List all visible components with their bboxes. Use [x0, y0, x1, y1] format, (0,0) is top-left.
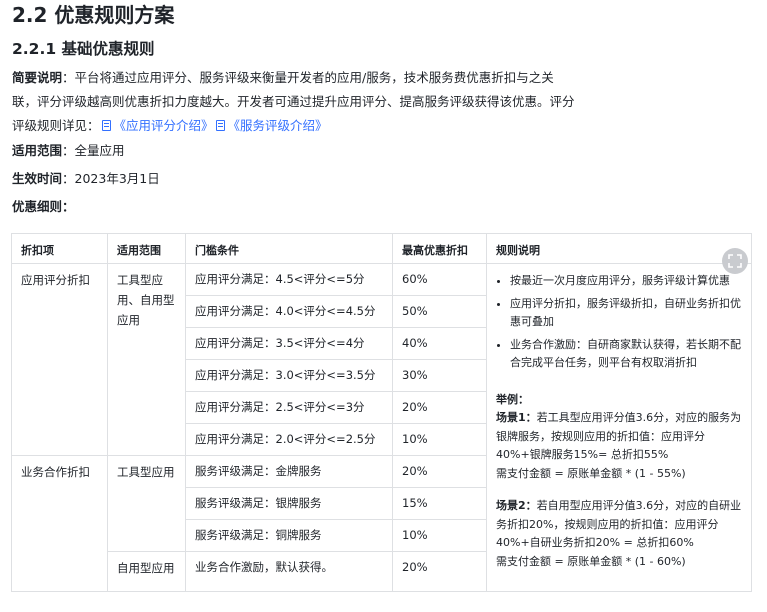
condition-cell: 应用评分满足：2.0<评分<=2.5分	[185, 423, 393, 456]
rules-list: 按最近一次月度应用评分，服务评级计算优惠 应用评分折扣，服务评级折扣，自研业务折…	[496, 272, 743, 373]
discount-cell: 20%	[392, 551, 487, 592]
condition-cell: 应用评分满足：3.5<评分<=4分	[185, 327, 393, 360]
summary-line1: ：平台将通过应用评分、服务评级来衡量开发者的应用/服务，技术服务费优惠折扣与之关	[62, 70, 554, 85]
scope-line: 适用范围：全量应用	[12, 139, 125, 163]
scope-cell: 工具型应用、自用型应用	[107, 263, 186, 456]
discount-cell: 20%	[392, 391, 487, 424]
rules-cell: 按最近一次月度应用评分，服务评级计算优惠 应用评分折扣，服务评级折扣，自研业务折…	[486, 263, 752, 592]
effective-line: 生效时间：2023年3月1日	[12, 167, 160, 191]
condition-cell: 应用评分满足：4.5<评分<=5分	[185, 263, 393, 296]
table-header: 规则说明	[486, 233, 752, 264]
discount-cell: 60%	[392, 263, 487, 296]
service-rating-link[interactable]: 《服务评级介绍》	[214, 118, 328, 133]
condition-cell: 服务评级满足：铜牌服务	[185, 519, 393, 552]
table-header-row: 折扣项 适用范围 门槛条件 最高优惠折扣 规则说明	[11, 233, 752, 264]
summary-paragraph: 简要说明：平台将通过应用评分、服务评级来衡量开发者的应用/服务，技术服务费优惠折…	[12, 66, 612, 138]
list-item: 业务合作激励：自研商家默认获得，若长期不配合完成平台任务，则平台有权取消折扣	[510, 336, 743, 373]
discount-item-cell: 应用评分折扣	[11, 263, 108, 456]
discount-cell: 10%	[392, 519, 487, 552]
discount-item-cell: 业务合作折扣	[11, 455, 108, 592]
summary-line2: 联，评分评级越高则优惠折扣力度越大。开发者可通过提升应用评分、提高服务评级获得该…	[12, 94, 575, 109]
expand-icon	[728, 254, 742, 268]
app-rating-link[interactable]: 《应用评分介绍》	[100, 118, 214, 133]
discount-cell: 20%	[392, 455, 487, 488]
table-row: 应用评分折扣 工具型应用、自用型应用 应用评分满足：4.5<评分<=5分 60%…	[11, 263, 752, 592]
condition-cell: 应用评分满足：4.0<评分<=4.5分	[185, 295, 393, 328]
list-item: 按最近一次月度应用评分，服务评级计算优惠	[510, 272, 743, 291]
section-title: 2.2 优惠规则方案	[12, 3, 175, 27]
condition-cell: 业务合作激励，默认获得。	[185, 551, 393, 592]
fullscreen-button[interactable]	[722, 248, 748, 274]
discount-table: 折扣项 适用范围 门槛条件 最高优惠折扣 规则说明 应用评分折扣 工具型应用、自…	[11, 233, 752, 592]
details-label: 优惠细则：	[12, 199, 75, 214]
summary-label: 简要说明	[12, 70, 63, 85]
discount-cell: 40%	[392, 327, 487, 360]
example-label: 举例：	[496, 392, 529, 406]
table-header: 门槛条件	[185, 233, 393, 264]
doc-icon	[101, 120, 111, 131]
scenario-1-payment: 需支付金额 = 原账单金额 * (1 - 55%)	[496, 466, 686, 480]
table-header: 最高优惠折扣	[392, 233, 487, 264]
subsection-title: 2.2.1 基础优惠规则	[12, 40, 155, 58]
scenario-2: 场景2：若自用型应用评分值3.6分，对应的自研业务折扣20%，按规则应用的折扣值…	[496, 499, 742, 549]
condition-cell: 应用评分满足：2.5<评分<=3分	[185, 391, 393, 424]
doc-icon	[215, 120, 225, 131]
scope-cell: 工具型应用	[107, 455, 186, 552]
discount-cell: 50%	[392, 295, 487, 328]
list-item: 应用评分折扣，服务评级折扣，自研业务折扣优惠可叠加	[510, 295, 743, 332]
discount-cell: 10%	[392, 423, 487, 456]
scenario-2-payment: 需支付金额 = 原账单金额 * (1 - 60%)	[496, 554, 686, 568]
condition-cell: 服务评级满足：银牌服务	[185, 487, 393, 520]
scope-value: ：全量应用	[62, 143, 125, 158]
effective-value: ：2023年3月1日	[62, 171, 160, 186]
condition-cell: 应用评分满足：3.0<评分<=3.5分	[185, 359, 393, 392]
scope-label: 适用范围	[12, 143, 63, 158]
scope-cell: 自用型应用	[107, 551, 186, 592]
discount-cell: 15%	[392, 487, 487, 520]
summary-line3: 评级规则详见：	[12, 118, 100, 133]
effective-label: 生效时间	[12, 171, 63, 186]
discount-cell: 30%	[392, 359, 487, 392]
scenario-1: 场景1：若工具型应用评分值3.6分，对应的服务为银牌服务，按规则应用的折扣值：应…	[496, 411, 742, 461]
table-header: 适用范围	[107, 233, 186, 264]
condition-cell: 服务评级满足：金牌服务	[185, 455, 393, 488]
table-header: 折扣项	[11, 233, 108, 264]
